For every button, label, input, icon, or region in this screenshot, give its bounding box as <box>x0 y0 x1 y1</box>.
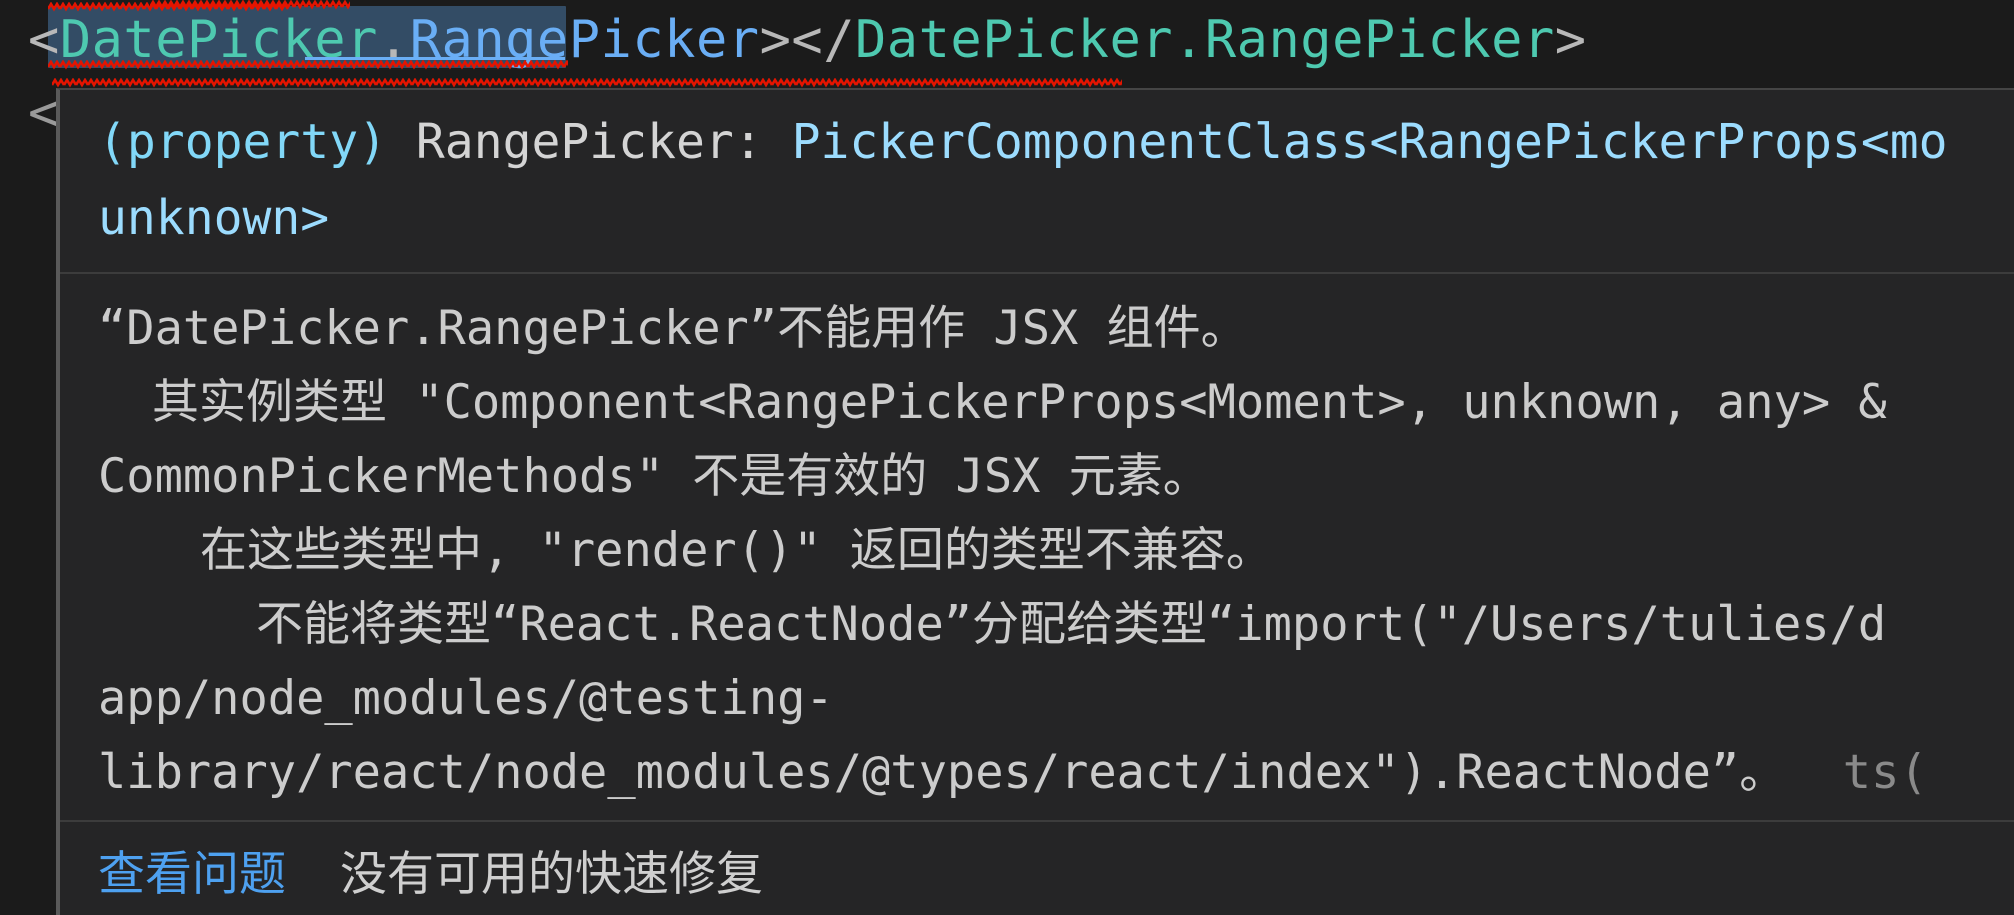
hover-signature-line-2: unknown> <box>60 180 2014 256</box>
error-squiggle-icon <box>52 78 1122 88</box>
code-token-close-open-tag: ></ <box>759 10 855 70</box>
hover-message-line: 不能将类型“React.ReactNode”分配给类型“import("/Use… <box>256 597 1887 652</box>
hover-message-text: library/react/node_modules/@types/react/… <box>98 745 1787 800</box>
hover-message-line: app/node_modules/@testing- <box>98 671 834 726</box>
error-squiggle-icon <box>48 60 568 70</box>
ts-error-code: ts( <box>1842 745 1928 800</box>
error-squiggle-icon <box>48 2 288 12</box>
signature-type-part-1: PickerComponentClass<RangePickerProps<mo <box>791 114 1948 170</box>
vscode-editor-screen: <DatePicker.RangePicker></DatePicker.Ran… <box>0 0 2014 915</box>
editor-code-line[interactable]: <DatePicker.RangePicker></DatePicker.Ran… <box>0 0 2014 80</box>
hover-action-bar: 查看问题 没有可用的快速修复 <box>60 822 2014 915</box>
hover-signature-section: (property) RangePicker: PickerComponentC… <box>60 90 2014 272</box>
signature-type-part-2: unknown> <box>98 190 330 246</box>
hover-tooltip: (property) RangePicker: PickerComponentC… <box>56 88 2014 915</box>
no-quickfix-label: 没有可用的快速修复 <box>340 847 763 902</box>
signature-kind-label: (property) <box>98 114 387 170</box>
hover-message-spacer <box>1786 745 1843 800</box>
signature-name: RangePicker <box>415 114 734 170</box>
hover-signature-line-1: (property) RangePicker: PickerComponentC… <box>60 104 2014 180</box>
hover-message-line: 在这些类型中, "render()" 返回的类型不兼容。 <box>200 523 1273 578</box>
hover-message-line: “DatePicker.RangePicker”不能用作 JSX 组件。 <box>98 301 1248 356</box>
signature-separator: : <box>733 114 792 170</box>
hover-message-line: CommonPickerMethods" 不是有效的 JSX 元素。 <box>98 449 1210 504</box>
code-token-closing-tag-name: DatePicker.RangePicker <box>855 10 1555 70</box>
hover-message-line: 其实例类型 "Component<RangePickerProps<Moment… <box>152 375 1887 430</box>
editor-next-line-fragment: < <box>28 83 60 143</box>
view-problem-link[interactable]: 查看问题 <box>98 840 286 910</box>
signature-space-1 <box>387 114 416 170</box>
code-token-close-bracket: > <box>1554 10 1587 70</box>
hover-message-line-last: library/react/node_modules/@types/react/… <box>60 736 2014 810</box>
hover-message-section: “DatePicker.RangePicker”不能用作 JSX 组件。 其实例… <box>60 274 2014 820</box>
